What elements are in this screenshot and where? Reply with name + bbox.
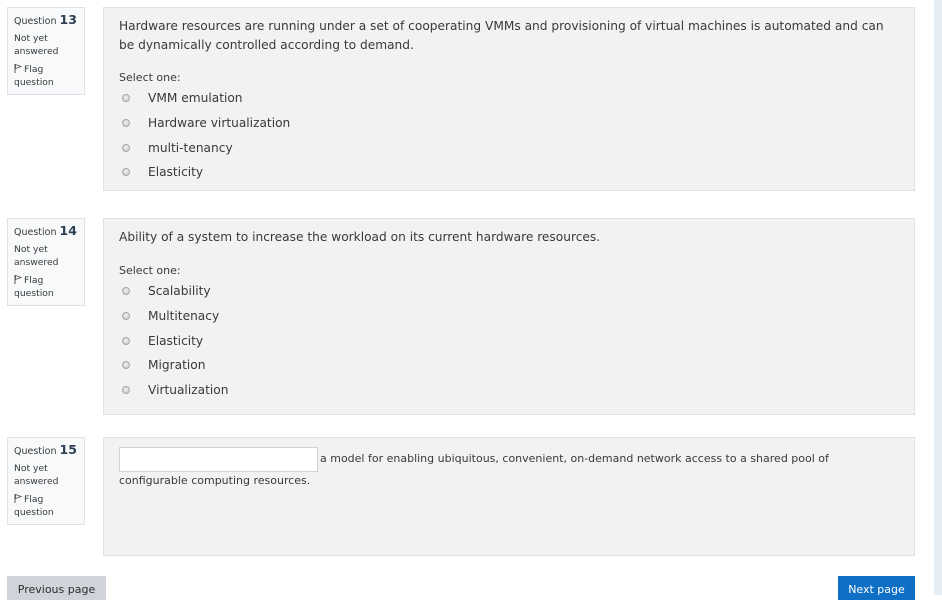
question-label: Question [14,16,57,27]
answer-blank-input[interactable] [119,447,318,472]
answer-option[interactable]: multi-tenancy [122,139,233,157]
question-number: Question 15 [14,441,78,460]
question-info-13: Question 13 Not yet answered Flag questi… [7,7,85,95]
radio-button[interactable] [122,361,130,369]
option-label: Elasticity [148,334,204,348]
select-one-prompt: Select one: [119,71,181,84]
question-number-value: 14 [59,223,77,238]
radio-button[interactable] [122,287,130,295]
answer-option[interactable]: Virtualization [122,381,228,399]
answer-option[interactable]: Scalability [122,282,211,300]
question-text: Ability of a system to increase the work… [119,230,601,244]
option-label: Virtualization [148,383,229,397]
question-content-13: Hardware resources are running under a s… [103,7,915,191]
previous-page-button[interactable]: Previous page [7,576,106,600]
question-text: a model for enabling ubiquitous, conveni… [320,452,829,465]
answer-option[interactable]: Hardware virtualization [122,114,290,132]
answer-option[interactable]: Migration [122,356,205,374]
radio-button[interactable] [122,312,130,320]
scrollbar[interactable] [934,0,942,595]
radio-button[interactable] [122,119,130,127]
question-text: Hardware resources are running under a s… [119,19,884,52]
question-number: Question 13 [14,11,78,30]
radio-button[interactable] [122,168,130,176]
option-label: Elasticity [148,165,204,179]
question-content-15: a model for enabling ubiquitous, conveni… [103,437,915,556]
question-label: Question [14,446,57,457]
answer-option[interactable]: VMM emulation [122,89,243,107]
question-label: Question [14,227,57,238]
option-label: multi-tenancy [148,141,233,155]
answer-option[interactable]: Multitenacy [122,307,219,325]
question-state: Not yet answered [14,463,59,487]
flag-icon [14,494,22,503]
flag-question-link[interactable]: Flag question [14,274,78,300]
question-info-14: Question 14 Not yet answered Flag questi… [7,218,85,306]
flag-icon [14,64,22,73]
flag-question-link[interactable]: Flag question [14,493,78,519]
question-number: Question 14 [14,222,78,241]
question-text-continued: configurable computing resources. [119,474,311,487]
flag-question-link[interactable]: Flag question [14,63,78,89]
question-content-14: Ability of a system to increase the work… [103,218,915,415]
option-label: Migration [148,358,206,372]
option-label: Multitenacy [148,309,220,323]
select-one-prompt: Select one: [119,264,181,277]
question-number-value: 13 [59,12,77,27]
radio-button[interactable] [122,386,130,394]
question-state: Not yet answered [14,244,59,268]
radio-button[interactable] [122,94,130,102]
option-label: Hardware virtualization [148,116,291,130]
question-number-value: 15 [59,442,77,457]
flag-icon [14,275,22,284]
option-label: VMM emulation [148,91,243,105]
option-label: Scalability [148,284,211,298]
radio-button[interactable] [122,337,130,345]
question-state: Not yet answered [14,33,59,57]
radio-button[interactable] [122,144,130,152]
next-page-button[interactable]: Next page [838,576,915,600]
question-info-15: Question 15 Not yet answered Flag questi… [7,437,85,525]
answer-option[interactable]: Elasticity [122,163,203,181]
answer-option[interactable]: Elasticity [122,332,203,350]
